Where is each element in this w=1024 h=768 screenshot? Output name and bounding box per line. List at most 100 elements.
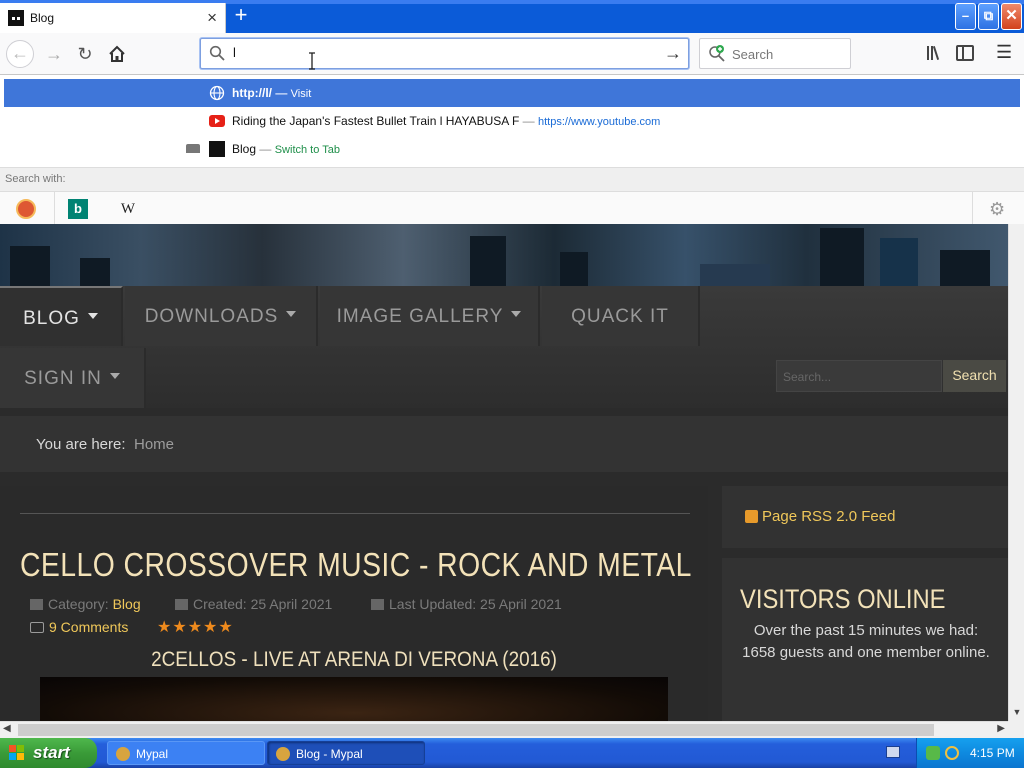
library-icon[interactable]	[925, 43, 945, 63]
taskbar-item-blog-mypal[interactable]: Blog - Mypal	[267, 741, 425, 765]
banner-building	[560, 252, 588, 286]
banner-building	[880, 238, 918, 286]
site-search-button[interactable]: Search	[943, 360, 1006, 392]
engine-divider	[54, 192, 55, 226]
banner-building	[940, 250, 990, 286]
rating-stars[interactable]: ★★★★★	[157, 617, 234, 637]
menu-item-label: QUACK IT	[571, 306, 669, 327]
tab-strip: Blog × + – ⧉ ✕	[0, 0, 1024, 33]
article-created: Created: 25 April 2021	[175, 596, 332, 612]
category-link[interactable]: Blog	[113, 596, 141, 612]
wikipedia-icon[interactable]: W	[118, 199, 138, 219]
comment-icon	[30, 622, 44, 633]
taskbar-item-label: Blog - Mypal	[296, 747, 363, 761]
window-close-button[interactable]: ✕	[1001, 3, 1022, 30]
caret-down-icon	[109, 372, 120, 379]
logo-quadrant	[17, 753, 24, 760]
switch-tab-icon	[186, 144, 200, 153]
scrollbar-corner	[1008, 721, 1024, 738]
home-button[interactable]	[103, 40, 131, 68]
back-arrow-icon: ←	[11, 43, 29, 63]
mypal-app-icon	[276, 747, 290, 761]
menu-item-label: IMAGE GALLERY	[336, 306, 504, 327]
search-tray-icon[interactable]	[945, 746, 959, 760]
search-bar[interactable]: Search	[699, 38, 851, 69]
search-with-label: Search with:	[5, 173, 66, 185]
site-search-input[interactable]: Search...	[776, 360, 942, 392]
gear-icon[interactable]: ⚙	[989, 199, 1009, 219]
window-maximize-button[interactable]: ⧉	[978, 3, 999, 30]
article: CELLO CROSSOVER MUSIC - ROCK AND METAL C…	[0, 486, 708, 721]
autocomplete-title: Riding the Japan's Fastest Bullet Train …	[232, 114, 520, 128]
clock: 4:15 PM	[970, 746, 1015, 760]
banner-building	[820, 228, 864, 286]
autocomplete-row-switch-tab[interactable]: Blog — Switch to Tab	[4, 135, 1020, 163]
menu-item-label: DOWNLOADS	[144, 306, 279, 327]
windows-taskbar: start Mypal Blog - Mypal 4:15 PM	[0, 738, 1024, 768]
bing-icon[interactable]: b	[68, 199, 88, 219]
duckduckgo-icon[interactable]	[16, 199, 36, 219]
scroll-right-icon[interactable]: ▶	[997, 723, 1005, 734]
network-icon[interactable]	[926, 746, 940, 760]
breadcrumb-home-link[interactable]: Home	[134, 436, 174, 453]
scroll-left-icon[interactable]: ◀	[3, 723, 11, 734]
window-minimize-button[interactable]: –	[955, 3, 976, 30]
updated-date: Last Updated: 25 April 2021	[389, 596, 562, 612]
logo-quadrant	[17, 745, 24, 752]
autocomplete-url: https://www.youtube.com	[538, 116, 661, 128]
calendar-icon	[175, 599, 188, 610]
autocomplete-row-history[interactable]: Riding the Japan's Fastest Bullet Train …	[4, 107, 1020, 135]
menu-item-blog[interactable]: BLOG	[0, 286, 123, 346]
video-title: 2CELLOS - LIVE AT ARENA DI VERONA (2016)	[151, 648, 557, 671]
logo-quadrant	[9, 753, 16, 760]
article-title[interactable]: CELLO CROSSOVER MUSIC - ROCK AND METAL	[20, 546, 692, 584]
horizontal-scrollbar[interactable]: ◀ ▶	[0, 721, 1008, 738]
reload-button[interactable]: ↻	[71, 40, 99, 68]
url-input[interactable]: l	[233, 45, 236, 60]
horizontal-scroll-thumb[interactable]	[18, 724, 934, 736]
banner-building	[470, 236, 506, 286]
mypal-app-icon	[116, 747, 130, 761]
autocomplete-separator: —	[259, 142, 272, 156]
menu-item-label: BLOG	[23, 308, 80, 329]
engine-divider	[972, 192, 973, 226]
start-label: start	[33, 743, 70, 762]
forward-button[interactable]: →	[40, 40, 68, 68]
autocomplete-separator: —	[522, 114, 535, 128]
autocomplete-title: Blog	[232, 142, 257, 156]
article-divider	[20, 513, 690, 514]
search-engine-add-icon	[709, 45, 725, 62]
article-updated: Last Updated: 25 April 2021	[371, 596, 562, 612]
menu-item-sign-in[interactable]: SIGN IN	[0, 348, 146, 408]
hamburger-menu-icon[interactable]: ☰	[996, 43, 1012, 61]
menu-item-downloads[interactable]: DOWNLOADS	[125, 286, 318, 346]
blog-favicon-icon	[209, 141, 225, 157]
rss-link[interactable]: Page RSS 2.0 Feed	[762, 508, 895, 525]
vertical-scrollbar[interactable]: ▼	[1008, 224, 1024, 721]
menu-item-image-gallery[interactable]: IMAGE GALLERY	[320, 286, 540, 346]
tab-blog[interactable]: Blog ×	[0, 3, 226, 33]
site-main-menu: BLOG DOWNLOADS IMAGE GALLERY QUACK IT SI…	[0, 286, 1008, 408]
search-input[interactable]: Search	[732, 47, 773, 62]
comments-link[interactable]: 9 Comments	[30, 619, 128, 635]
new-tab-button[interactable]: +	[230, 4, 252, 28]
go-arrow-icon[interactable]: →	[664, 43, 682, 64]
url-autocomplete-popup: http://l/ — Visit Riding the Japan's Fas…	[0, 74, 1024, 226]
video-player[interactable]	[40, 677, 668, 721]
autocomplete-row-visit[interactable]: http://l/ — Visit	[4, 79, 1020, 107]
site-banner	[0, 224, 1008, 286]
url-bar[interactable]: l →	[200, 38, 689, 69]
autocomplete-action: Switch to Tab	[274, 144, 340, 156]
start-button[interactable]: start	[0, 738, 97, 768]
scroll-down-icon[interactable]: ▼	[1011, 707, 1023, 719]
keyboard-icon[interactable]	[886, 746, 900, 758]
back-button[interactable]: ←	[6, 40, 34, 68]
taskbar-item-mypal[interactable]: Mypal	[107, 741, 265, 765]
search-engine-list: b W ⚙	[0, 191, 1024, 226]
tab-close-icon[interactable]: ×	[207, 8, 217, 28]
blog-favicon-icon	[8, 10, 24, 26]
rss-module: Page RSS 2.0 Feed	[722, 486, 1008, 548]
menu-item-quack-it[interactable]: QUACK IT	[542, 286, 700, 346]
sidebar-toggle-icon[interactable]	[956, 45, 974, 61]
banner-building	[700, 264, 770, 286]
